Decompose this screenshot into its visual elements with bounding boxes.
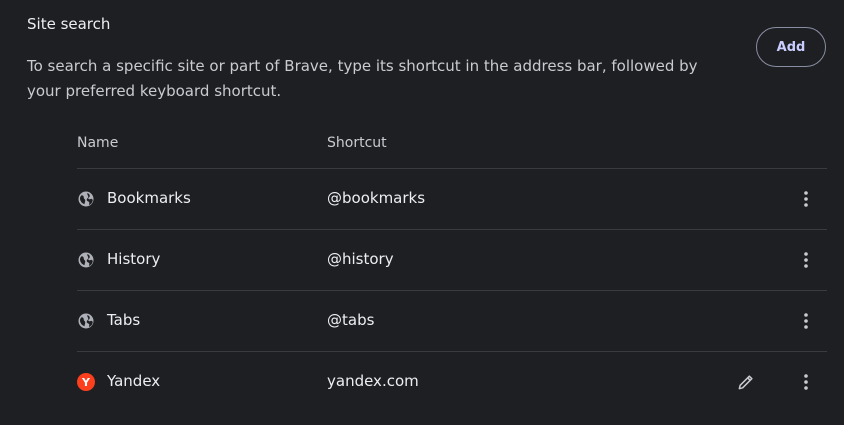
column-header-name: Name (77, 135, 119, 151)
row-shortcut: @tabs (327, 311, 375, 329)
site-search-panel: Site search To search a specific site or… (0, 0, 844, 425)
row-shortcut: @history (327, 250, 394, 268)
more-options-icon[interactable] (793, 185, 819, 213)
table-header: Name Shortcut (77, 123, 827, 169)
more-options-icon[interactable] (793, 246, 819, 274)
yandex-badge-letter: Y (77, 373, 95, 391)
add-button[interactable]: Add (756, 27, 826, 67)
row-name: Tabs (107, 311, 141, 329)
yandex-icon: Y (77, 373, 95, 391)
globe-icon (77, 190, 95, 208)
globe-icon (77, 312, 95, 330)
section-title: Site search (27, 15, 111, 33)
globe-icon (77, 251, 95, 269)
row-name: Yandex (107, 372, 161, 390)
table-row: Bookmarks @bookmarks (77, 169, 827, 230)
row-name: History (107, 250, 161, 268)
more-options-icon[interactable] (793, 307, 819, 335)
row-name: Bookmarks (107, 189, 191, 207)
section-description: To search a specific site or part of Bra… (27, 57, 698, 100)
row-shortcut: @bookmarks (327, 189, 426, 207)
row-shortcut: yandex.com (327, 372, 419, 390)
table-row: History @history (77, 230, 827, 291)
column-header-shortcut: Shortcut (327, 135, 387, 151)
site-search-table: Name Shortcut Bookmarks @bookmarks Histo… (77, 123, 827, 413)
table-row: Y Yandex yandex.com (77, 352, 827, 413)
more-options-icon[interactable] (793, 368, 819, 396)
edit-icon[interactable] (733, 369, 759, 395)
table-row: Tabs @tabs (77, 291, 827, 352)
